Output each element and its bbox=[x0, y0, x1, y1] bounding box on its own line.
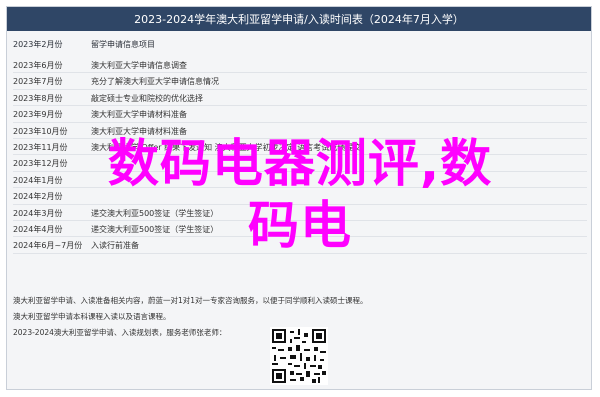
header-date: 2023年2月份 bbox=[13, 40, 63, 49]
row-task: 澳大利亚大学申请材料准备 bbox=[91, 110, 187, 120]
footer-line: 澳大利亚留学申请、入读准备相关内容，蔚蓝一对1对1对一专家咨询服务，以便于同学顺… bbox=[13, 296, 368, 305]
watermark-title-continued: 码电 bbox=[247, 197, 352, 256]
row-date: 2023年9月份 bbox=[13, 110, 63, 120]
row-task: 敲定硕士专业和院校的优化选择 bbox=[91, 93, 203, 103]
row-date: 2023年6月份 bbox=[13, 61, 63, 70]
header-task: 留学申请信息项目 bbox=[91, 40, 155, 49]
footer-line: 澳大利亚留学申请本科课程入读以及语言课程。 bbox=[13, 312, 171, 321]
table-row: 2023年9月份 澳大利亚大学申请材料准备 bbox=[7, 106, 593, 123]
table-row: 2023年8月份 敲定硕士专业和院校的优化选择 bbox=[7, 90, 593, 107]
row-task: 澳大利亚大学申请信息调查 bbox=[91, 61, 187, 70]
row-date: 2023年7月份 bbox=[13, 77, 63, 87]
table-row: 2023年7月份 充分了解澳大利亚大学申请信息情况 bbox=[7, 73, 593, 91]
table-row: 2023年6月份 澳大利亚大学申请信息调查 bbox=[7, 57, 593, 74]
row-task: 充分了解澳大利亚大学申请信息情况 bbox=[91, 77, 219, 87]
watermark-title: 数码电器测评,数 bbox=[107, 135, 493, 194]
table-header: 2023年2月份 留学申请信息项目 bbox=[13, 39, 155, 50]
qr-code-icon bbox=[270, 327, 328, 385]
page-title: 2023-2024学年澳大利亚留学申请/入读时间表（2024年7月入学） bbox=[7, 7, 591, 31]
row-date: 2023年8月份 bbox=[13, 93, 63, 103]
